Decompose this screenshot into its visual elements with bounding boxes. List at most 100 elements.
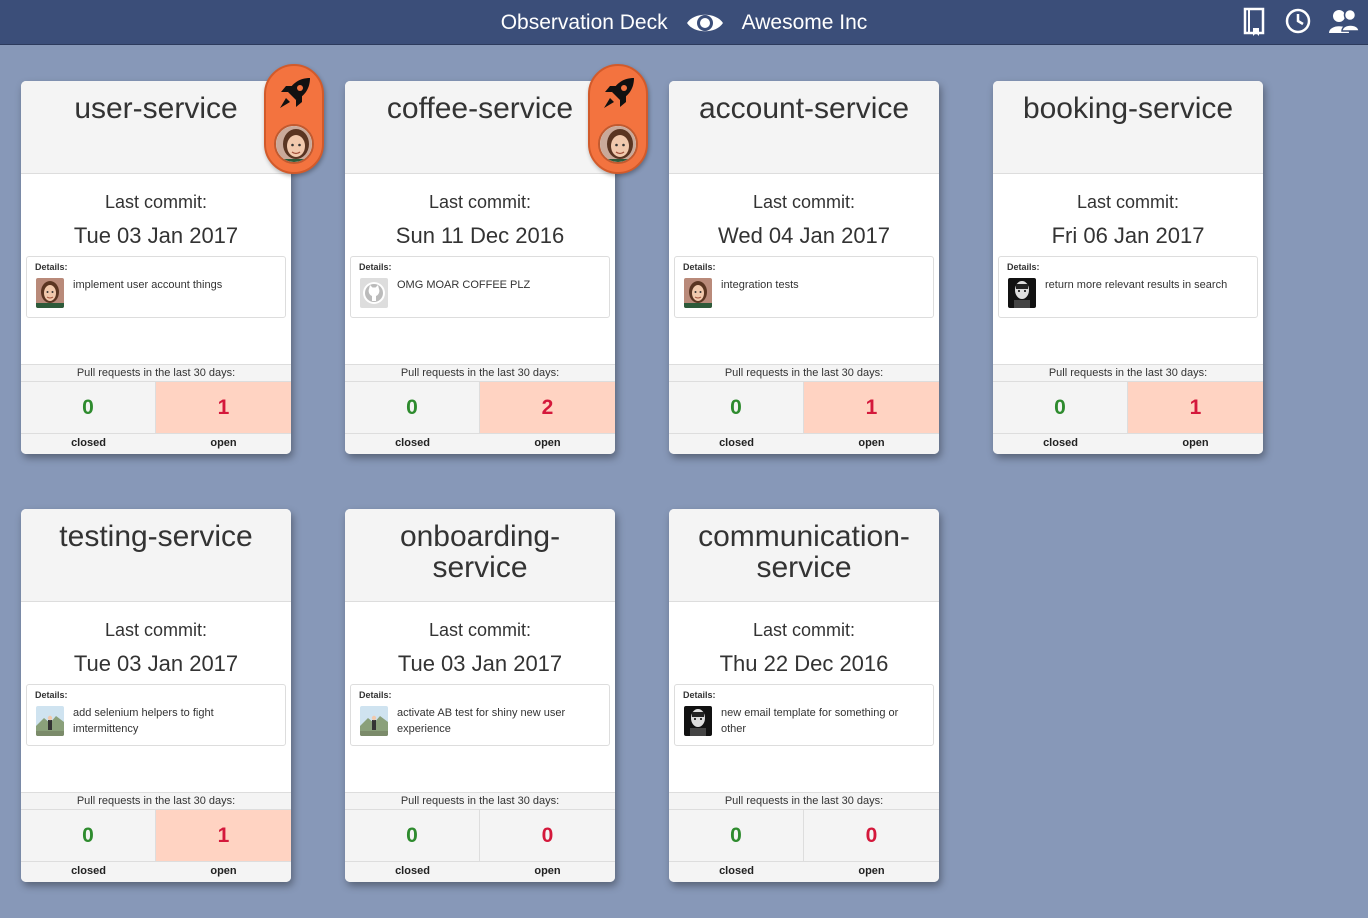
last-commit-label: Last commit:	[752, 192, 856, 212]
commit-details: Details: OMG MOAR COFFEE PLZ	[350, 256, 610, 318]
last-commit-label: Last commit:	[428, 620, 532, 640]
details-label: Details:	[683, 262, 716, 272]
open-label: open	[534, 437, 561, 449]
journal-icon[interactable]	[1240, 6, 1268, 36]
pull-requests-caption: Pull requests in the last 30 days:	[345, 793, 615, 810]
details-label: Details:	[35, 690, 68, 700]
commit-details: Details: add selenium helpers to fight im…	[26, 684, 286, 746]
org-name: Awesome Inc	[741, 10, 868, 34]
open-label: open	[210, 437, 237, 449]
closed-label: closed	[71, 865, 106, 877]
deploy-badge[interactable]	[588, 64, 648, 174]
pull-requests-panel: Pull requests in the last 30 days: 0 2 clos…	[345, 364, 615, 454]
open-label: open	[1182, 437, 1209, 449]
open-label: open	[858, 865, 885, 877]
commit-details: Details: activate AB test for shiny new u…	[350, 684, 610, 746]
users-icon[interactable]	[1328, 6, 1360, 36]
pull-requests-caption: Pull requests in the last 30 days:	[345, 365, 615, 382]
service-card[interactable]: communication-service Last commit: Thu 22 …	[669, 509, 939, 882]
service-card[interactable]: onboarding-service Last commit: Tue 03 Jan…	[345, 509, 615, 882]
pull-requests-panel: Pull requests in the last 30 days: 0 1 clos…	[21, 792, 291, 882]
bw-portrait-avatar	[684, 706, 712, 736]
closed-count: 0	[21, 810, 156, 861]
closed-label: closed	[719, 437, 754, 449]
open-count: 1	[156, 382, 291, 433]
commit-message: new email template for something or othe…	[721, 707, 899, 735]
service-card[interactable]: booking-service Last commit: Fri 06 Jan 20…	[993, 81, 1263, 454]
deployer-avatar	[598, 124, 638, 164]
pull-requests-caption: Pull requests in the last 30 days:	[21, 365, 291, 382]
open-count: 1	[1128, 382, 1263, 433]
commit-message: add selenium helpers to fight imtermitte…	[73, 707, 214, 735]
open-count: 0	[865, 824, 878, 847]
open-label: open	[858, 437, 885, 449]
pull-requests-panel: Pull requests in the last 30 days: 0 1 clos…	[669, 364, 939, 454]
service-card[interactable]: user-service Last commit: Tue 03 Jan 2017 D…	[21, 64, 324, 454]
commit-message: OMG MOAR COFFEE PLZ	[397, 279, 531, 291]
deploy-badge[interactable]	[264, 64, 324, 174]
last-commit-date: Tue 03 Jan 2017	[73, 223, 239, 248]
deployer-avatar	[274, 124, 314, 164]
bw-portrait-avatar	[1008, 278, 1036, 308]
last-commit-label: Last commit:	[1076, 192, 1180, 212]
service-name[interactable]: onboarding-service	[345, 509, 615, 602]
last-commit-label: Last commit:	[104, 192, 208, 212]
rocket-icon	[600, 74, 638, 112]
last-commit-date: Tue 03 Jan 2017	[397, 651, 563, 676]
details-label: Details:	[1007, 262, 1040, 272]
last-commit-date: Fri 06 Jan 2017	[1051, 223, 1205, 248]
service-card[interactable]: testing-service Last commit: Tue 03 Jan 20…	[21, 509, 291, 882]
landscape-avatar	[36, 706, 64, 736]
open-label: open	[534, 865, 561, 877]
service-name-line: onboarding-	[399, 520, 561, 553]
service-name[interactable]: communication-service	[669, 509, 939, 602]
closed-label: closed	[395, 865, 430, 877]
open-label: open	[210, 865, 237, 877]
closed-count: 0	[669, 810, 804, 861]
open-count: 1	[804, 382, 939, 433]
top-bar: Observation Deck Awesome Inc	[0, 0, 1368, 45]
closed-count: 0	[993, 382, 1128, 433]
pull-requests-caption: Pull requests in the last 30 days:	[21, 793, 291, 810]
pull-requests-caption: Pull requests in the last 30 days:	[669, 793, 939, 810]
service-name[interactable]: user-service	[21, 81, 291, 174]
pull-requests-caption: Pull requests in the last 30 days:	[993, 365, 1263, 382]
pull-requests-caption: Pull requests in the last 30 days:	[669, 365, 939, 382]
pull-requests-panel: Pull requests in the last 30 days: 0 1 clos…	[993, 364, 1263, 454]
closed-label: closed	[395, 437, 430, 449]
details-label: Details:	[359, 262, 392, 272]
service-card[interactable]: coffee-service Last commit: Sun 11 Dec 201…	[345, 64, 648, 454]
details-label: Details:	[683, 690, 716, 700]
service-name[interactable]: booking-service	[993, 81, 1263, 174]
rocket-icon	[276, 74, 314, 112]
open-count: 1	[156, 810, 291, 861]
woman-avatar	[684, 278, 712, 308]
details-label: Details:	[35, 262, 68, 272]
last-commit-date: Wed 04 Jan 2017	[717, 223, 891, 248]
clock-icon[interactable]	[1284, 6, 1312, 36]
service-card[interactable]: account-service Last commit: Wed 04 Jan 20…	[669, 81, 939, 454]
closed-count: 0	[345, 810, 480, 861]
service-name[interactable]: account-service	[669, 81, 939, 174]
pull-requests-panel: Pull requests in the last 30 days: 0 0 clos…	[345, 792, 615, 882]
commit-message: activate AB test for shiny new user expe…	[397, 707, 566, 735]
details-label: Details:	[359, 690, 392, 700]
closed-count: 0	[21, 382, 156, 433]
commit-message: implement user account things	[73, 279, 223, 291]
service-name[interactable]: testing-service	[21, 509, 291, 602]
last-commit-label: Last commit:	[428, 192, 532, 212]
closed-count: 0	[345, 382, 480, 433]
commit-details: Details: return more relevant results in …	[998, 256, 1258, 318]
pull-requests-panel: Pull requests in the last 30 days: 0 0 clos…	[669, 792, 939, 882]
github-icon	[360, 278, 388, 308]
closed-label: closed	[719, 865, 754, 877]
service-name-line: service	[756, 551, 852, 584]
service-name[interactable]: coffee-service	[345, 81, 615, 174]
app-title: Observation Deck	[500, 10, 668, 34]
service-name-line: service	[432, 551, 528, 584]
commit-details: Details: new email template for something…	[674, 684, 934, 746]
last-commit-label: Last commit:	[752, 620, 856, 640]
open-count: 2	[480, 382, 615, 433]
last-commit-date: Thu 22 Dec 2016	[719, 651, 889, 676]
woman-avatar	[36, 278, 64, 308]
